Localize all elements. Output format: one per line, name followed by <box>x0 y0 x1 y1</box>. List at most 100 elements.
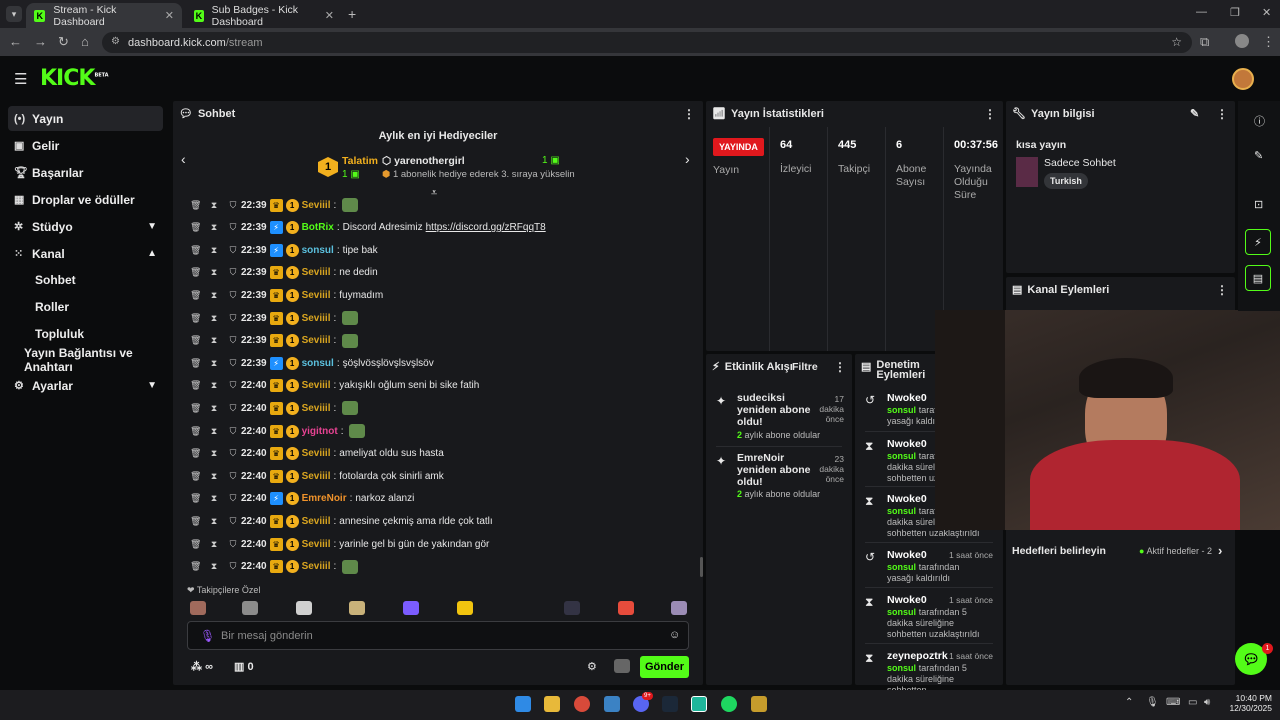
browser-menu-icon[interactable]: ⋮ <box>1262 34 1275 50</box>
emoji-picker-icon[interactable]: ☺ <box>669 629 680 641</box>
chat-message[interactable]: 🗑︎ ⧗ ⛉ 22:40 ♛ 1 Seviiil: yakışıklı oğlum seni … <box>190 376 479 396</box>
timeout-hourglass-icon[interactable]: ⧗ <box>209 267 219 278</box>
timeout-hourglass-icon[interactable]: ⧗ <box>209 448 219 459</box>
ban-shield-icon[interactable]: ⛉ <box>228 471 238 482</box>
emote-icon[interactable] <box>190 601 206 615</box>
delete-icon[interactable]: 🗑︎ <box>190 200 201 211</box>
delete-icon[interactable]: 🗑︎ <box>190 222 201 233</box>
sidebar-item-kanal[interactable]: ⁙ Kanal ▲ <box>8 241 163 266</box>
delete-icon[interactable]: 🗑︎ <box>190 471 201 482</box>
delete-icon[interactable]: 🗑︎ <box>190 313 201 324</box>
ban-shield-icon[interactable]: ⛉ <box>228 380 238 391</box>
delete-icon[interactable]: 🗑︎ <box>190 539 201 550</box>
emote-icon[interactable] <box>457 601 473 615</box>
chat-message[interactable]: 🗑︎ ⧗ ⛉ 22:39 ♛ 1 Seviiil: fuymadım <box>190 285 383 305</box>
chat-message[interactable]: 🗑︎ ⧗ ⛉ 22:39 ⚡︎ 1 sonsul: şöşlvösşlövşlsvşlsöv <box>190 353 434 373</box>
ban-shield-icon[interactable]: ⛉ <box>228 200 238 211</box>
language-tag[interactable]: Turkish <box>1044 173 1088 189</box>
delete-icon[interactable]: 🗑︎ <box>190 516 201 527</box>
emote-icon[interactable] <box>671 601 687 615</box>
delete-icon[interactable]: 🗑︎ <box>190 380 201 391</box>
forward-icon[interactable]: → <box>34 34 47 49</box>
chat-message[interactable]: 🗑︎ ⧗ ⛉ 22:39 ⚡︎ 1 sonsul: tipe bak <box>190 240 378 260</box>
kick-logo[interactable]: KICKBETA <box>40 66 109 91</box>
timeout-hourglass-icon[interactable]: ⧗ <box>209 313 219 324</box>
delete-icon[interactable]: 🗑︎ <box>190 358 201 369</box>
ban-shield-icon[interactable]: ⛉ <box>228 448 238 459</box>
tab-sub-badges[interactable]: K Sub Badges - Kick Dashboard ✕ <box>186 3 342 28</box>
ban-shield-icon[interactable]: ⛉ <box>228 245 238 256</box>
timeout-hourglass-icon[interactable]: ⧗ <box>209 471 219 482</box>
emote-icon[interactable] <box>296 601 312 615</box>
emote-menu-icon[interactable] <box>614 659 630 673</box>
close-icon[interactable]: ✕ <box>165 9 174 22</box>
chat-message[interactable]: 🗑︎ ⧗ ⛉ 22:40 ♛ 1 Seviiil: annesine çekmiş ama r… <box>190 511 493 531</box>
chat-menu-icon[interactable]: ⋮ <box>683 107 695 121</box>
message-username[interactable]: Seviiil <box>302 267 331 278</box>
chat-message[interactable]: 🗑︎ ⧗ ⛉ 22:39 ♛ 1 Seviiil: ne dedin <box>190 263 378 283</box>
sidebar-item-roller[interactable]: Roller <box>8 294 163 319</box>
timeout-hourglass-icon[interactable]: ⧗ <box>209 561 219 572</box>
hamburger-menu-icon[interactable]: ☰ <box>14 70 27 88</box>
ban-shield-icon[interactable]: ⛉ <box>228 267 238 278</box>
category-name[interactable]: Sadece Sohbet <box>1044 157 1116 169</box>
home-icon[interactable]: ⌂ <box>81 34 89 49</box>
active-goals[interactable]: ● Aktif hedefler - 2 <box>1139 546 1212 556</box>
delete-icon[interactable]: 🗑︎ <box>190 448 201 459</box>
tray-chevron-icon[interactable]: ⌃ <box>1125 697 1133 708</box>
quick-action-note-icon[interactable]: ▤ <box>1245 265 1271 291</box>
chevron-right-icon[interactable]: › <box>1218 543 1222 558</box>
message-username[interactable]: Seviiil <box>302 471 331 482</box>
edit-pencil-icon[interactable]: ✎ <box>1190 107 1199 120</box>
close-icon[interactable]: ✕ <box>325 9 334 22</box>
chat-message[interactable]: 🗑︎ ⧗ ⛉ 22:39 ♛ 1 Seviiil: <box>190 331 359 351</box>
timeout-hourglass-icon[interactable]: ⧗ <box>209 290 219 301</box>
ban-shield-icon[interactable]: ⛉ <box>228 403 238 414</box>
filter-button[interactable]: Filtre <box>792 361 818 373</box>
timeout-hourglass-icon[interactable]: ⧗ <box>209 200 219 211</box>
collapse-icon[interactable]: ⩡ <box>431 187 437 200</box>
ban-shield-icon[interactable]: ⛉ <box>228 426 238 437</box>
sidebar-item-studyo[interactable]: ✲ Stüdyo ▼ <box>8 214 163 239</box>
message-username[interactable]: sonsul <box>302 358 334 369</box>
sidebar-item-gelir[interactable]: ▣ Gelir <box>8 133 163 158</box>
message-username[interactable]: Seviiil <box>302 335 331 346</box>
sidebar-item-topluluk[interactable]: Topluluk <box>8 321 163 346</box>
message-username[interactable]: EmreNoir <box>302 493 347 504</box>
store-count[interactable]: ▥ 0 <box>234 660 254 673</box>
message-username[interactable]: Seviiil <box>302 290 331 301</box>
stats-menu-icon[interactable]: ⋮ <box>984 107 996 121</box>
steam-icon[interactable] <box>662 696 678 712</box>
reload-icon[interactable]: ↻ <box>58 34 69 50</box>
keyboard-icon[interactable]: ⌨ <box>1166 697 1180 708</box>
emote-icon[interactable] <box>403 601 419 615</box>
profile-avatar[interactable] <box>1235 34 1249 48</box>
tab-list-button[interactable]: ▾ <box>6 6 22 22</box>
delete-icon[interactable]: 🗑︎ <box>190 561 201 572</box>
message-username[interactable]: Seviiil <box>302 516 331 527</box>
timeout-hourglass-icon[interactable]: ⧗ <box>209 358 219 369</box>
timeout-hourglass-icon[interactable]: ⧗ <box>209 426 219 437</box>
network-icon[interactable]: ▭ <box>1188 697 1197 708</box>
extensions-icon[interactable]: ⧉ <box>1200 34 1209 50</box>
message-link[interactable]: https://discord.gg/zRFqqT8 <box>426 222 546 233</box>
message-username[interactable]: Seviiil <box>302 403 331 414</box>
chat-message[interactable]: 🗑︎ ⧗ ⛉ 22:40 ♛ 1 Seviiil: yarinle gel bi gün de… <box>190 534 489 554</box>
sidebar-item-yayin[interactable]: (•) Yayın <box>8 106 163 131</box>
tab-stream[interactable]: K Stream - Kick Dashboard ✕ <box>26 3 182 28</box>
new-tab-button[interactable]: + <box>348 6 356 22</box>
stream-info-menu-icon[interactable]: ⋮ <box>1216 107 1228 121</box>
sidebar-item-stream-key[interactable]: Yayın Bağlantısı ve Anahtarı <box>8 346 173 374</box>
chat-message[interactable]: 🗑︎ ⧗ ⛉ 22:39 ⚡︎ 1 BotRix: Discord Adresimiz htt… <box>190 218 546 238</box>
timeout-hourglass-icon[interactable]: ⧗ <box>209 335 219 346</box>
chat-input-box[interactable]: 🎙︎ Bir mesaj gönderin ☺ <box>187 621 689 650</box>
window-close-button[interactable]: ✕ <box>1262 6 1271 19</box>
ban-shield-icon[interactable]: ⛉ <box>228 516 238 527</box>
ban-shield-icon[interactable]: ⛉ <box>228 493 238 504</box>
site-info-icon[interactable]: ⚙ <box>111 36 120 47</box>
spotify-icon[interactable] <box>721 696 737 712</box>
chat-message[interactable]: 🗑︎ ⧗ ⛉ 22:40 ♛ 1 Seviiil: <box>190 398 359 418</box>
timeout-hourglass-icon[interactable]: ⧗ <box>209 516 219 527</box>
prev-arrow-icon[interactable]: ‹ <box>181 151 186 167</box>
message-username[interactable]: Seviiil <box>302 380 331 391</box>
